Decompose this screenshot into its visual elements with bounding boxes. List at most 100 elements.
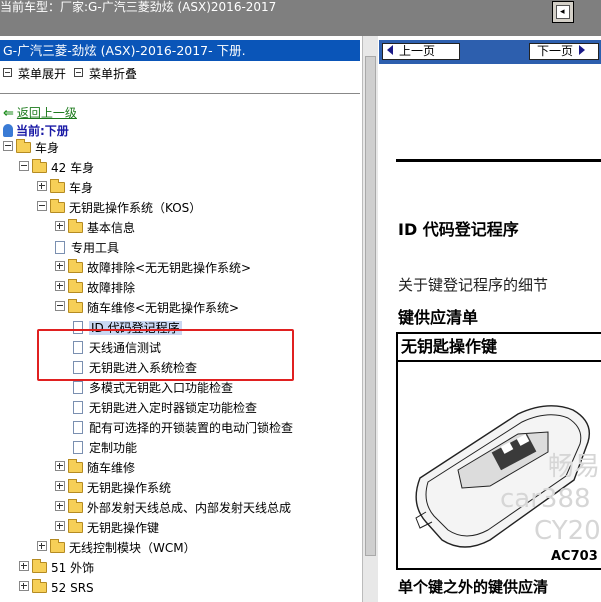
tree-folder-item[interactable]: 随车维修	[55, 459, 135, 477]
divider	[0, 93, 360, 94]
tree-folder-item[interactable]: 无钥匙操作键	[55, 519, 159, 537]
tree-folder-item[interactable]: 52 SRS	[19, 579, 94, 597]
tree-folder-item[interactable]: 无线控制模块（WCM）	[37, 539, 196, 557]
tree-item-label: 42 车身	[51, 161, 95, 175]
collapse-toggle-icon[interactable]	[3, 141, 13, 151]
tree-document-item[interactable]: 专用工具	[55, 239, 119, 257]
document-icon	[73, 381, 83, 394]
tree-item-label: 无钥匙操作系统	[87, 481, 172, 495]
expand-toggle-icon[interactable]	[37, 541, 47, 551]
document-title: ID 代码登记程序	[398, 220, 519, 239]
tree-folder-item[interactable]: 故障排除<无无钥匙操作系统>	[55, 259, 251, 277]
back-arrow-icon: ⇐	[3, 106, 14, 121]
tree-folder-item[interactable]: 无钥匙操作系统	[55, 479, 171, 497]
tree-document-item[interactable]: 多模式无钥匙入口功能检查	[73, 379, 233, 397]
tree-item-label: 专用工具	[71, 241, 120, 255]
folder-icon	[32, 559, 47, 573]
left-arrow-icon	[387, 45, 393, 55]
folder-icon	[50, 199, 65, 213]
scrollbar-thumb[interactable]	[365, 56, 376, 556]
tree-item-label: 51 外饰	[51, 561, 95, 575]
expand-toggle-icon[interactable]	[55, 461, 65, 471]
tree-folder-item[interactable]: 车身	[3, 139, 59, 157]
intro-text: 关于键登记程序的细节	[398, 276, 549, 294]
expand-toggle-icon[interactable]	[55, 221, 65, 231]
tree-item-label: 无线控制模块（WCM）	[69, 541, 196, 555]
document-icon	[73, 401, 83, 414]
folder-icon	[50, 539, 65, 553]
tree-document-item[interactable]: 配有可选择的开锁装置的电动门锁检查	[73, 419, 293, 437]
vehicle-label: 当前车型：	[0, 0, 61, 14]
expand-toggle-icon[interactable]	[55, 261, 65, 271]
folder-icon	[68, 219, 83, 233]
folder-icon	[16, 139, 31, 153]
folder-icon	[68, 279, 83, 293]
folder-icon	[32, 159, 47, 173]
annotation-highlight-box	[37, 329, 294, 381]
expand-toggle-icon[interactable]	[37, 181, 47, 191]
tree-folder-item[interactable]: 车身	[37, 179, 93, 197]
watermark: 畅易	[548, 452, 601, 482]
header-rule	[396, 159, 601, 162]
tree-folder-item[interactable]: 42 车身	[19, 159, 94, 177]
tree-item-label: 外部发射天线总成、内部发射天线总成	[87, 501, 292, 515]
tree-document-item[interactable]: 定制功能	[73, 439, 137, 457]
current-location: 当前:下册	[3, 122, 69, 139]
next-page-button[interactable]: 下一页	[529, 43, 599, 60]
tree-item-label: 无钥匙操作键	[87, 521, 160, 535]
watermark: car388	[500, 484, 591, 514]
expand-toggle-icon[interactable]	[55, 521, 65, 531]
expand-toggle-icon[interactable]	[55, 501, 65, 511]
expand-icon	[3, 68, 12, 77]
tree-folder-item[interactable]: 51 外饰	[19, 559, 94, 577]
top-bar: 当前车型：厂家:G-广汽三菱劲炫 (ASX)2016-2017 ◂	[0, 0, 601, 36]
document-icon	[55, 241, 65, 254]
expand-toggle-icon[interactable]	[55, 481, 65, 491]
left-scrollbar[interactable]	[362, 36, 378, 602]
expand-toggle-icon[interactable]	[19, 581, 29, 591]
expand-menu-button[interactable]: 菜单展开	[3, 66, 66, 82]
tree-document-item[interactable]: 无钥匙进入定时器锁定功能检查	[73, 399, 257, 417]
tree-folder-item[interactable]: 随车维修<无钥匙操作系统>	[55, 299, 239, 317]
tree-item-label: 52 SRS	[51, 581, 94, 595]
previous-page-button[interactable]: 上一页	[382, 43, 460, 60]
folder-icon	[68, 259, 83, 273]
figure-label: AC703	[551, 549, 598, 564]
panel-toggle-button[interactable]: ◂	[552, 1, 574, 23]
tree-item-label: 车身	[69, 181, 94, 195]
tree-item-label: 无钥匙操作系统（KOS）	[69, 201, 202, 215]
tree-folder-item[interactable]: 无钥匙操作系统（KOS）	[37, 199, 201, 217]
collapse-toggle-icon[interactable]	[37, 201, 47, 211]
right-arrow-icon	[579, 45, 586, 55]
expand-toggle-icon[interactable]	[55, 281, 65, 291]
tree-item-label: 定制功能	[89, 441, 138, 455]
document-pane: 上一页 下一页 ID 代码登记程序 关于键登记程序的细节 键供应清单 无钥匙操作…	[379, 36, 601, 602]
manual-title: G-广汽三菱-劲炫 (ASX)-2016-2017- 下册.	[0, 40, 360, 61]
collapse-icon: ◂	[556, 5, 570, 19]
tree-item-label: 随车维修<无钥匙操作系统>	[87, 301, 240, 315]
tree-folder-item[interactable]: 外部发射天线总成、内部发射天线总成	[55, 499, 291, 517]
folder-icon	[68, 459, 83, 473]
location-icon	[3, 124, 13, 137]
collapse-toggle-icon[interactable]	[55, 301, 65, 311]
collapse-toggle-icon[interactable]	[19, 161, 29, 171]
page-nav-bar: 上一页 下一页	[379, 40, 601, 64]
folder-icon	[68, 299, 83, 313]
tree-folder-item[interactable]: 故障排除	[55, 279, 135, 297]
vehicle-value: 厂家:G-广汽三菱劲炫 (ASX)2016-2017	[60, 0, 277, 14]
tree-item-label: 配有可选择的开锁装置的电动门锁检查	[89, 421, 294, 435]
navigation-pane: G-广汽三菱-劲炫 (ASX)-2016-2017- 下册. 菜单展开 菜单折叠…	[0, 36, 362, 602]
folder-icon	[32, 579, 47, 593]
back-link[interactable]: ⇐ 返回上一级	[3, 104, 77, 121]
tree-item-label: 无钥匙进入定时器锁定功能检查	[89, 401, 258, 415]
expand-toggle-icon[interactable]	[19, 561, 29, 571]
current-vehicle: 当前车型：厂家:G-广汽三菱劲炫 (ASX)2016-2017	[0, 0, 276, 15]
document-icon	[73, 421, 83, 434]
folder-icon	[50, 179, 65, 193]
collapse-icon	[74, 68, 83, 77]
key-figure-box: 无钥匙操作键 畅易 car388 CY20 AC703	[396, 332, 601, 570]
tree-folder-item[interactable]: 基本信息	[55, 219, 135, 237]
collapse-menu-button[interactable]: 菜单折叠	[74, 66, 137, 82]
folder-icon	[68, 479, 83, 493]
tree-item-label: 多模式无钥匙入口功能检查	[89, 381, 234, 395]
